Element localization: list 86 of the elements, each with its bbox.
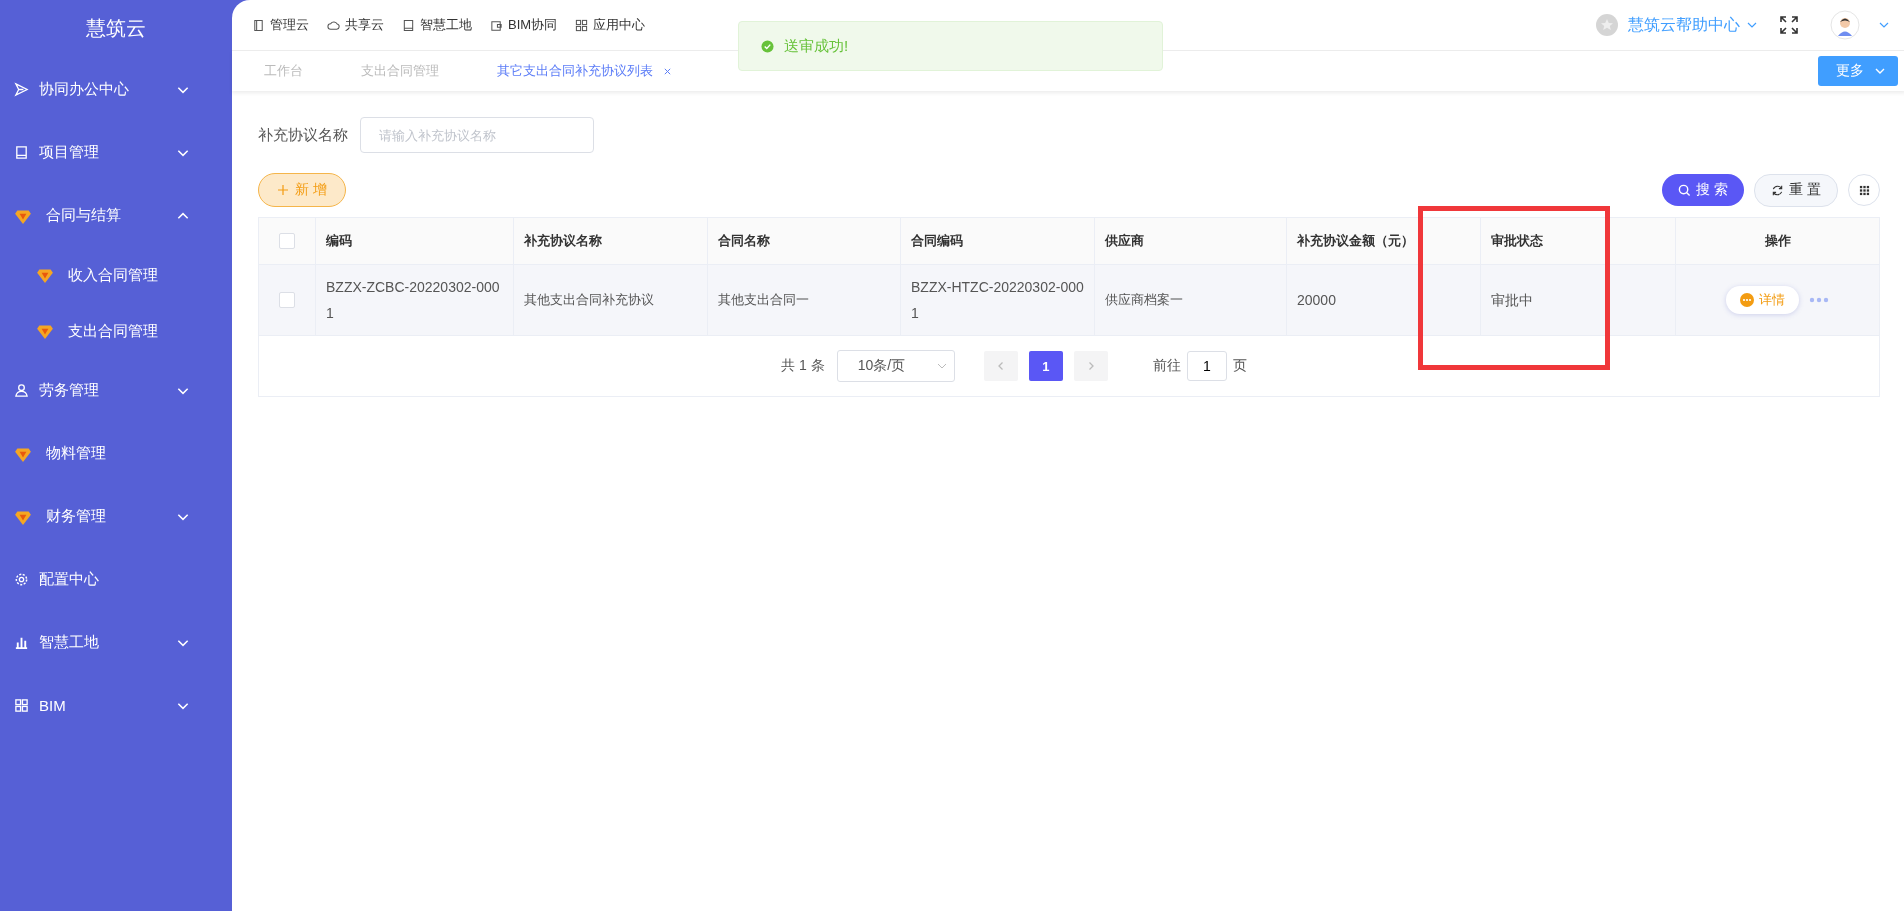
reset-button[interactable]: 重 置 <box>1754 173 1838 207</box>
sidebar-label: 项目管理 <box>39 143 100 162</box>
more-circle-icon <box>1740 293 1754 307</box>
nav-link[interactable]: 管理云 <box>252 16 309 34</box>
column-header: 补充协议金额（元） <box>1287 218 1481 264</box>
column-header: 编码 <box>316 218 514 264</box>
sidebar-label: 协同办公中心 <box>39 80 130 99</box>
gem-icon <box>36 266 54 284</box>
checkbox[interactable] <box>279 233 295 249</box>
toast-text: 送审成功! <box>784 36 849 56</box>
search-icon <box>1678 183 1692 197</box>
table-cell-text: 20000 <box>1297 291 1336 310</box>
table-cell-text: 其他支出合同补充协议 <box>524 291 654 309</box>
table-cell-text: BZZX-ZCBC-20220302-0001 <box>326 278 501 323</box>
sidebar-item[interactable]: 配置中心 <box>0 548 232 611</box>
checkbox[interactable] <box>279 292 295 308</box>
table-cell-text: 审批中 <box>1491 291 1533 310</box>
plus-icon <box>277 184 289 196</box>
sidebar-label: 配置中心 <box>39 570 100 589</box>
sidebar-label: 合同与结算 <box>46 206 122 225</box>
table-cell-text: 其他支出合同一 <box>718 291 809 309</box>
sidebar-label: 劳务管理 <box>39 381 100 400</box>
page-button[interactable]: 1 <box>1028 351 1063 381</box>
sidebar-item[interactable]: 物料管理 <box>0 422 232 485</box>
column-header: 补充协议名称 <box>514 218 708 264</box>
page-suffix: 页 <box>1232 357 1247 375</box>
page-input[interactable]: 1 <box>1186 351 1227 381</box>
user-icon <box>14 383 29 398</box>
page-size-select[interactable]: 10条/页 <box>836 350 955 382</box>
column-header: 操作 <box>1763 232 1792 250</box>
table-cell-text: BZZX-HTZC-20220302-0001 <box>911 278 1084 323</box>
goto-label: 前往 <box>1152 357 1181 375</box>
nav-link[interactable]: 应用中心 <box>575 16 646 34</box>
nav-link[interactable]: 智慧工地 <box>402 16 472 34</box>
grid-icon <box>575 18 589 32</box>
more-icon[interactable] <box>1809 297 1829 303</box>
book-icon <box>14 145 29 160</box>
previous-page-button[interactable] <box>983 351 1018 381</box>
avatar-icon[interactable] <box>1830 10 1860 40</box>
help-center-link[interactable]: 慧筑云帮助中心 <box>1628 14 1740 36</box>
grid-icon <box>1858 184 1870 196</box>
bar-chart-icon <box>14 635 29 650</box>
sidebar-item[interactable]: BIM <box>0 674 232 737</box>
gem-icon <box>36 322 54 340</box>
refresh-icon <box>1771 183 1785 197</box>
filter-label: 补充协议名称 <box>258 125 348 145</box>
input-field[interactable]: 请输入补充协议名称 <box>360 117 594 153</box>
sidebar-label: 收入合同管理 <box>68 265 159 285</box>
nav-link[interactable]: BIM协同 <box>490 16 558 34</box>
settings-icon <box>14 572 29 587</box>
star-badge-icon <box>1595 13 1619 37</box>
app-title: 慧筑云 <box>85 16 147 41</box>
close-icon[interactable] <box>663 66 672 76</box>
total-count: 共 1 条 <box>781 357 825 375</box>
sidebar-label: 支出合同管理 <box>68 321 159 341</box>
sidebar-item[interactable]: 智慧工地 <box>0 611 232 674</box>
tab[interactable]: 其它支出合同补充协议列表 <box>483 62 692 80</box>
column-header: 供应商 <box>1095 218 1287 264</box>
grid-icon <box>14 698 29 713</box>
column-header: 合同编码 <box>901 218 1095 264</box>
sidebar-label: BIM <box>39 697 67 714</box>
sidebar-subitem[interactable]: 收入合同管理 <box>0 247 232 303</box>
search-button[interactable]: 搜 索 <box>1662 174 1745 206</box>
sidebar-label: 财务管理 <box>46 507 107 526</box>
sidebar-item[interactable]: 协同办公中心 <box>0 58 232 121</box>
check-circle-icon <box>761 39 774 53</box>
more-button[interactable]: 更多 <box>1818 56 1898 86</box>
sidebar-label: 物料管理 <box>46 444 107 463</box>
book-icon <box>402 18 415 32</box>
fullscreen-icon[interactable] <box>1780 16 1798 34</box>
cloud-icon <box>327 18 340 32</box>
sidebar-item[interactable]: 劳务管理 <box>0 359 232 422</box>
nav-link[interactable]: 共享云 <box>327 16 384 34</box>
sidebar-item[interactable]: 合同与结算 <box>0 184 232 247</box>
sidebar-label: 智慧工地 <box>39 633 100 652</box>
wallet-icon <box>490 18 503 32</box>
table-cell-text: 供应商档案一 <box>1105 291 1183 309</box>
sidebar-item[interactable]: 财务管理 <box>0 485 232 548</box>
sidebar-subitem[interactable]: 支出合同管理 <box>0 303 232 359</box>
send-icon <box>14 82 29 97</box>
panel-icon <box>252 18 265 32</box>
sidebar-item[interactable]: 项目管理 <box>0 121 232 184</box>
column-header: 审批状态 <box>1481 218 1676 264</box>
columns-button[interactable] <box>1848 174 1880 206</box>
column-header: 合同名称 <box>708 218 901 264</box>
next-page-button[interactable] <box>1073 351 1108 381</box>
